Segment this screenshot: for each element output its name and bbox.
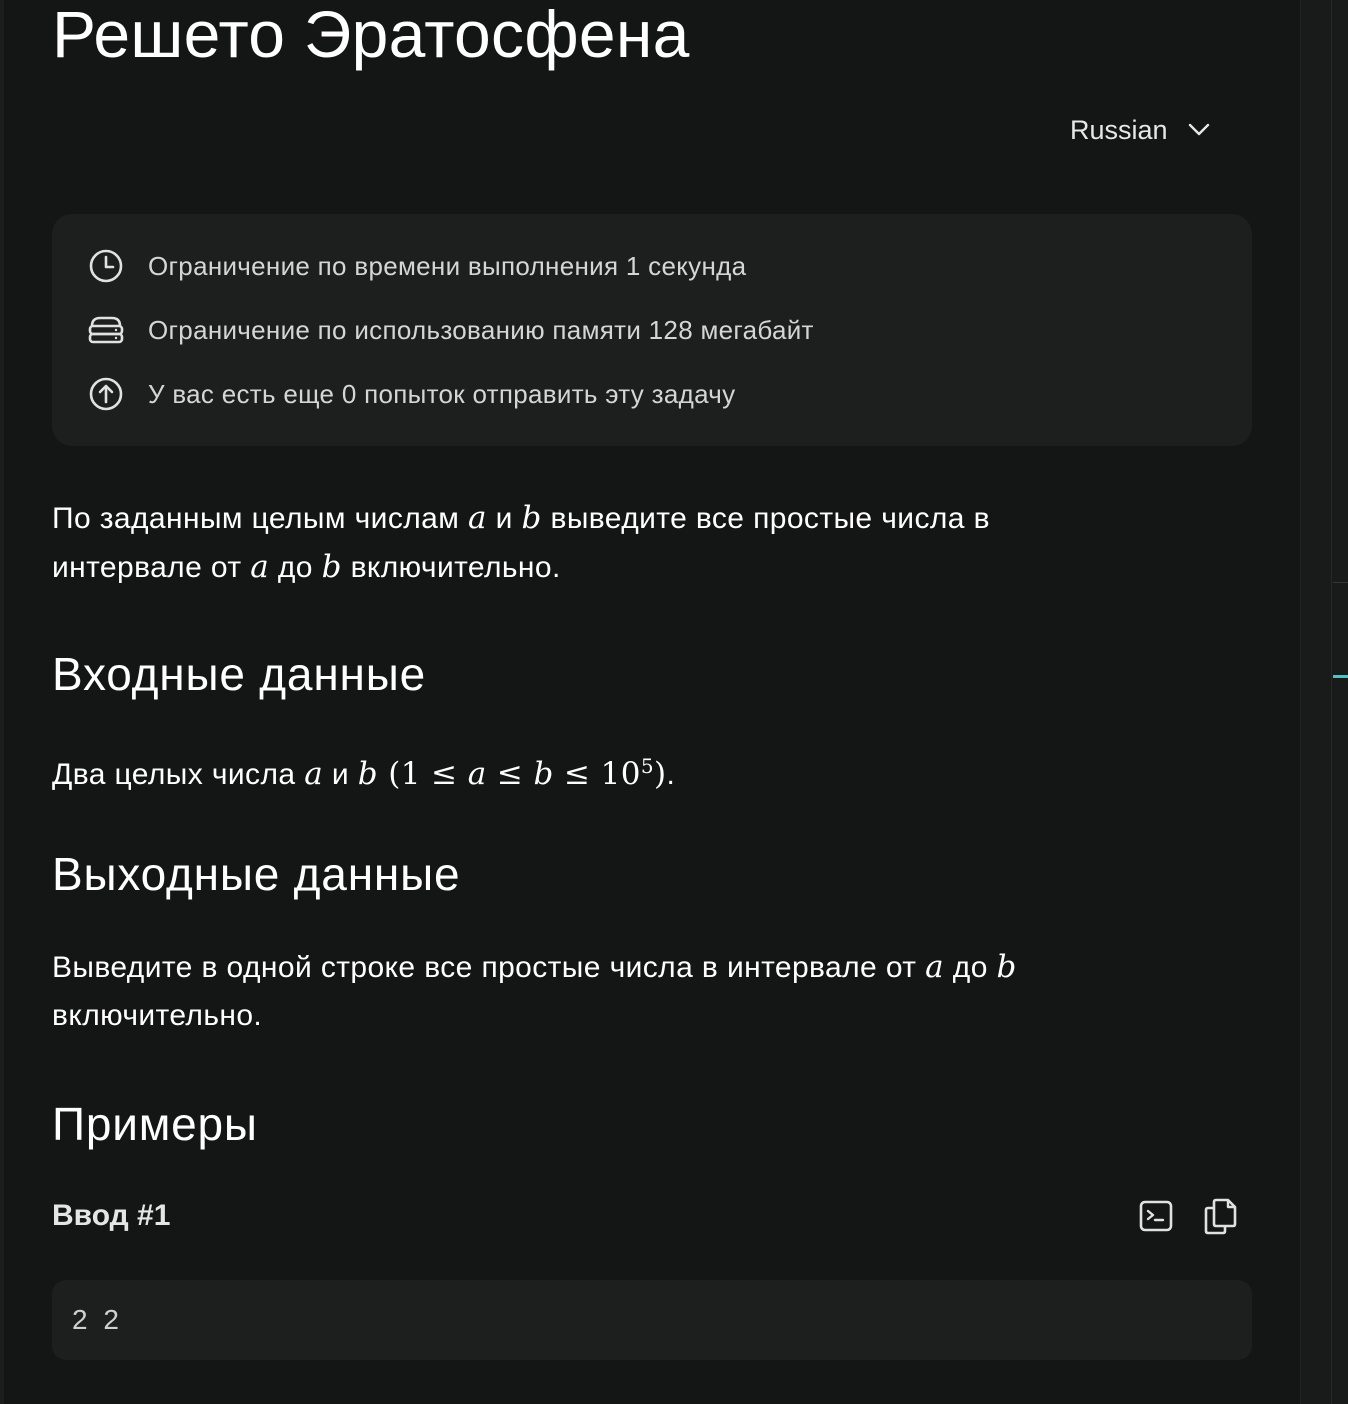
attempts-row: У вас есть еще 0 попыток отправить эту з… <box>86 374 735 414</box>
input-text: Два целых числа <box>52 758 305 791</box>
math-constraint: ≤ 10 <box>553 756 641 792</box>
time-limit-row: Ограничение по времени выполнения 1 секу… <box>86 246 746 286</box>
left-edge <box>0 0 4 1404</box>
statement-text: интервале от <box>52 551 251 584</box>
math-exponent: 5 <box>640 754 655 778</box>
page: Решето Эратосфена Russian Ограничение по… <box>0 0 1348 1404</box>
math-var-b: b <box>533 756 554 792</box>
output-text: до <box>944 951 997 984</box>
time-limit-text: Ограничение по времени выполнения 1 секу… <box>148 250 747 281</box>
math-constraint: ≤ <box>486 756 534 792</box>
math-var-b: b <box>996 949 1017 985</box>
output-heading: Выходные данные <box>52 848 461 900</box>
example-input-value[interactable]: 2 2 <box>72 1300 123 1340</box>
input-heading: Входные данные <box>52 648 426 700</box>
limits-card: Ограничение по времени выполнения 1 секу… <box>52 214 1252 446</box>
math-var-a: a <box>925 949 945 985</box>
math-var-a: a <box>304 756 324 792</box>
copy-example-button[interactable] <box>1200 1196 1240 1236</box>
input-text: и <box>323 758 358 791</box>
copy-icon <box>1204 1198 1237 1235</box>
memory-limit-row: Ограничение по использованию памяти 128 … <box>86 310 814 350</box>
active-tab-indicator <box>1333 675 1348 678</box>
math-var-a: a <box>467 756 487 792</box>
output-text: Выведите в одной строке все простые числ… <box>52 951 926 984</box>
upload-arrow-icon <box>86 374 126 414</box>
problem-statement: По заданным целым числам a и b выведите … <box>52 494 1252 592</box>
math-var-a: a <box>467 500 487 536</box>
input-text: . <box>666 758 676 791</box>
examples-heading: Примеры <box>52 1098 258 1150</box>
statement-text: выведите все простые числа в <box>541 502 990 535</box>
memory-limit-text: Ограничение по использованию памяти 128 … <box>148 314 814 345</box>
terminal-icon <box>1139 1200 1173 1232</box>
right-side-panel <box>1300 0 1348 1404</box>
clock-icon <box>86 246 126 286</box>
attempts-text: У вас есть еще 0 попыток отправить эту з… <box>148 378 736 409</box>
chevron-down-icon <box>1188 123 1209 136</box>
output-description: Выведите в одной строке все простые числ… <box>52 943 1252 1040</box>
math-var-b: b <box>357 756 378 792</box>
problem-title: Решето Эратосфена <box>52 0 690 71</box>
math-constraint: ) <box>654 756 667 792</box>
statement-text: По заданным целым числам <box>52 502 468 535</box>
statement-text: включительно. <box>341 551 561 584</box>
panel-divider <box>1331 0 1332 1404</box>
memory-icon <box>86 310 126 350</box>
input-description: Два целых числа a и b (1 ≤ a ≤ b ≤ 105). <box>52 742 1252 799</box>
output-text: включительно. <box>52 999 263 1032</box>
language-select[interactable]: Russian <box>1070 108 1210 152</box>
panel-separator <box>1333 582 1348 583</box>
math-var-b: b <box>521 500 542 536</box>
problem-panel: Решето Эратосфена Russian Ограничение по… <box>0 0 1300 1404</box>
example-input-box[interactable]: 2 2 <box>52 1280 1252 1360</box>
run-example-button[interactable] <box>1136 1196 1176 1236</box>
math-constraint: (1 ≤ <box>377 756 468 792</box>
example-input-label: Ввод #1 <box>52 1199 171 1232</box>
math-var-b: b <box>321 549 342 585</box>
math-var-a: a <box>250 549 270 585</box>
statement-text: до <box>269 551 322 584</box>
language-select-value: Russian <box>1070 114 1168 145</box>
statement-text: и <box>486 502 522 535</box>
